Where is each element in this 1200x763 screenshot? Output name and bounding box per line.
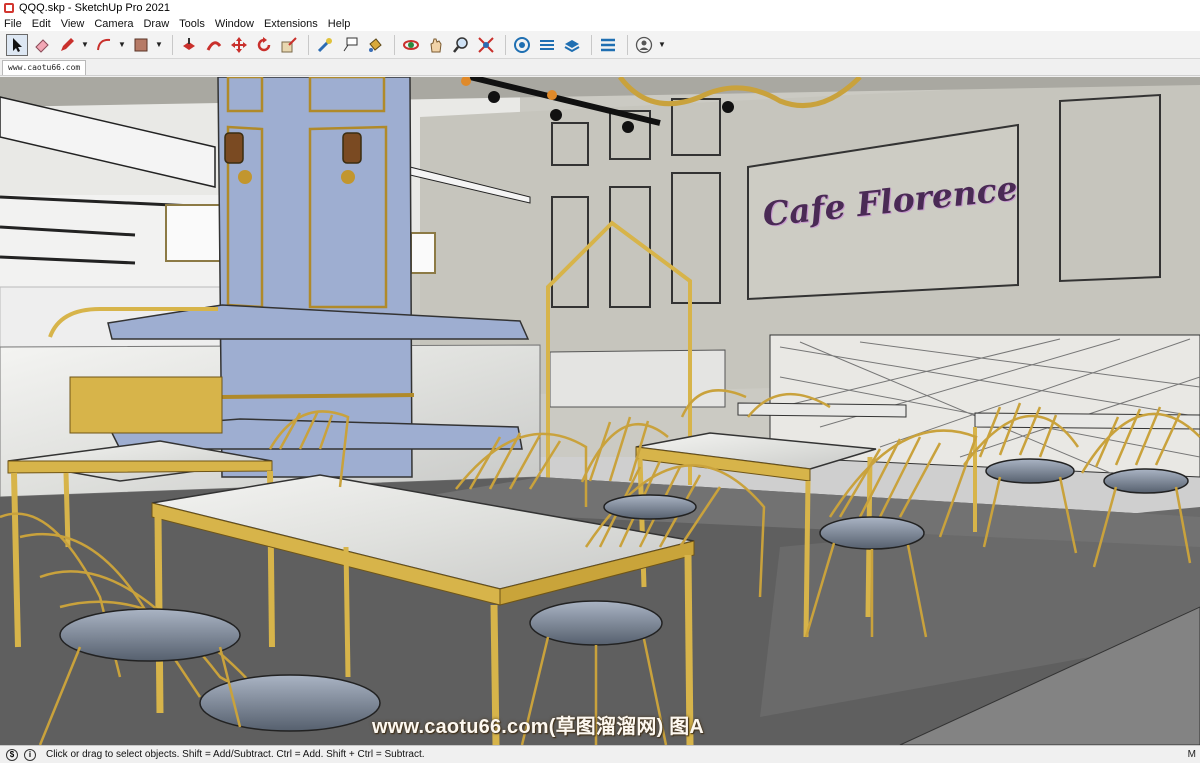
rotate-icon <box>257 36 271 51</box>
move-icon <box>231 36 247 53</box>
toolbar-separator <box>505 34 506 55</box>
shape-tool-button[interactable] <box>130 34 152 56</box>
warehouse-button[interactable] <box>511 34 533 56</box>
select-icon <box>13 37 22 52</box>
watermark-text: www.caotu66.com(草图溜溜网) 图A <box>372 716 705 738</box>
toolbar-separator <box>308 34 309 55</box>
cafe-3d-scene <box>0 77 1200 745</box>
orbit-icon <box>403 39 419 50</box>
pan-icon <box>430 38 442 52</box>
geo-location-icon[interactable]: $ <box>6 748 18 761</box>
arc-tool-button[interactable] <box>93 34 115 56</box>
menu-edit[interactable]: Edit <box>32 18 51 30</box>
move-tool-button[interactable] <box>228 34 250 56</box>
pencil-icon <box>61 37 74 51</box>
zoom-icon <box>453 36 468 53</box>
account-icon <box>635 36 653 53</box>
sketchup-logo-icon <box>4 3 14 13</box>
model-info-button[interactable] <box>597 34 619 56</box>
model-info-icon <box>601 38 615 51</box>
layout-button[interactable] <box>561 34 583 56</box>
arc-icon <box>97 38 111 50</box>
account-dropdown-caret[interactable]: ▼ <box>658 34 666 56</box>
pencil-tool-button[interactable] <box>56 34 78 56</box>
drawing-viewport[interactable]: Cafe Florence www.caotu66.com(草图溜溜网) 图A <box>0 77 1200 745</box>
shape-dropdown-caret[interactable]: ▼ <box>155 34 163 56</box>
menu-tools[interactable]: Tools <box>179 18 205 30</box>
push-pull-icon <box>183 37 195 50</box>
account-button[interactable] <box>633 34 655 56</box>
eraser-icon <box>35 38 49 53</box>
menu-extensions[interactable]: Extensions <box>264 18 318 30</box>
scale-icon <box>281 36 297 52</box>
push-pull-tool-button[interactable] <box>178 34 200 56</box>
zoom-tool-button[interactable] <box>450 34 472 56</box>
menu-camera[interactable]: Camera <box>94 18 133 30</box>
menu-help[interactable]: Help <box>328 18 351 30</box>
toolbar-separator <box>172 34 173 55</box>
status-hint: Click or drag to select objects. Shift =… <box>46 749 425 760</box>
text-tool-button[interactable] <box>339 34 361 56</box>
select-tool-button[interactable] <box>6 33 28 56</box>
text-icon <box>343 37 358 51</box>
shape-icon <box>134 38 148 51</box>
pencil-dropdown-caret[interactable]: ▼ <box>81 34 89 56</box>
eraser-tool-button[interactable] <box>31 34 53 56</box>
menu-view[interactable]: View <box>61 18 85 30</box>
rotate-tool-button[interactable] <box>253 34 275 56</box>
menu-window[interactable]: Window <box>215 18 254 30</box>
title-bar: QQQ.skp - SketchUp Pro 2021 <box>0 0 1200 16</box>
menu-file[interactable]: File <box>4 18 22 30</box>
follow-me-icon <box>206 40 222 51</box>
toolbar-separator <box>591 34 592 55</box>
scene-tab-bar: www.caotu66.com <box>0 59 1200 76</box>
menu-bar: File Edit View Camera Draw Tools Window … <box>0 16 1200 31</box>
orbit-tool-button[interactable] <box>400 34 422 56</box>
window-title: QQQ.skp - SketchUp Pro 2021 <box>19 2 171 14</box>
toolbar: ▼ ▼ ▼ ▼ <box>0 31 1200 59</box>
measurements-label: M <box>1187 749 1196 760</box>
arc-dropdown-caret[interactable]: ▼ <box>118 34 126 56</box>
extension-warehouse-button[interactable] <box>536 34 558 56</box>
toolbar-separator <box>627 34 628 55</box>
toolbar-separator <box>394 34 395 55</box>
paint-bucket-tool-button[interactable] <box>364 34 386 56</box>
zoom-extents-icon <box>478 36 494 53</box>
pan-tool-button[interactable] <box>425 34 447 56</box>
menu-draw[interactable]: Draw <box>143 18 169 30</box>
follow-me-tool-button[interactable] <box>203 34 225 56</box>
scale-tool-button[interactable] <box>278 34 300 56</box>
tape-measure-tool-button[interactable] <box>314 34 336 56</box>
paint-bucket-icon <box>369 37 382 52</box>
tape-measure-icon <box>317 37 332 52</box>
status-bar: $ i Click or drag to select objects. Shi… <box>0 745 1200 763</box>
warehouse-icon <box>514 36 530 53</box>
instructor-info-icon[interactable]: i <box>24 748 36 761</box>
layout-icon <box>564 39 580 52</box>
zoom-extents-tool-button[interactable] <box>475 34 497 56</box>
scene-tab[interactable]: www.caotu66.com <box>2 60 87 75</box>
extension-warehouse-icon <box>540 39 554 50</box>
